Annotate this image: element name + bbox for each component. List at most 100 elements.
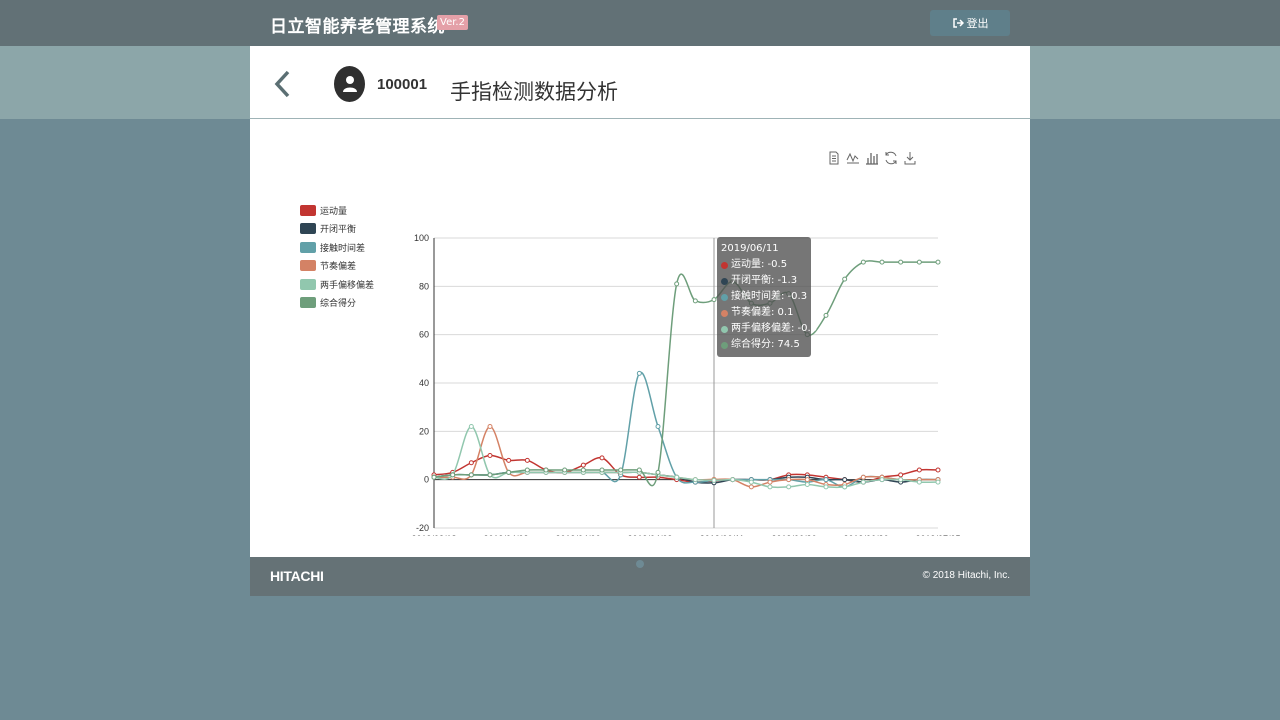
data-point[interactable] (916, 259, 922, 265)
data-point[interactable] (748, 479, 754, 485)
data-view-icon[interactable] (826, 150, 842, 166)
data-point[interactable] (804, 477, 810, 483)
data-point[interactable] (599, 455, 605, 461)
legend-item[interactable]: 接触时间差 (300, 238, 374, 257)
data-point[interactable] (935, 259, 941, 265)
data-point[interactable] (916, 467, 922, 473)
y-tick-label: 80 (419, 281, 429, 291)
bar-chart-icon[interactable] (864, 150, 880, 166)
data-point[interactable] (524, 457, 530, 463)
data-point[interactable] (524, 467, 530, 473)
legend-item[interactable]: 综合得分 (300, 294, 374, 313)
x-tick-label: 2019/07/05 (915, 534, 960, 536)
data-point[interactable] (823, 312, 829, 318)
data-point[interactable] (823, 477, 829, 483)
data-point[interactable] (618, 467, 624, 473)
data-point[interactable] (935, 467, 941, 473)
data-point[interactable] (431, 474, 437, 480)
data-point[interactable] (786, 477, 792, 483)
data-point[interactable] (860, 474, 866, 480)
data-point[interactable] (543, 467, 549, 473)
data-point[interactable] (580, 467, 586, 473)
data-point[interactable] (879, 477, 885, 483)
data-point[interactable] (692, 477, 698, 483)
download-icon[interactable] (902, 150, 918, 166)
data-point[interactable] (468, 424, 474, 429)
legend-item[interactable]: 开闭平衡 (300, 220, 374, 239)
legend-label: 开闭平衡 (320, 225, 357, 236)
data-point[interactable] (898, 477, 904, 483)
legend-item[interactable]: 节奏偏差 (300, 257, 374, 276)
data-point[interactable] (842, 484, 848, 490)
data-point[interactable] (468, 472, 474, 478)
data-point[interactable] (674, 474, 680, 480)
legend-label: 两手偏移偏差 (320, 280, 375, 291)
data-point[interactable] (468, 460, 474, 466)
data-point[interactable] (674, 281, 680, 287)
data-point[interactable] (730, 477, 736, 483)
logout-button[interactable]: 登出 (930, 10, 1010, 36)
data-point[interactable] (487, 472, 493, 478)
data-point[interactable] (767, 479, 773, 485)
legend-swatch (300, 204, 316, 216)
data-point[interactable] (506, 469, 512, 475)
data-point[interactable] (636, 467, 642, 473)
tooltip-row: 节奏偏差: 0.1 (721, 305, 811, 321)
data-point[interactable] (898, 259, 904, 265)
data-point[interactable] (823, 484, 829, 490)
tooltip-row: 开闭平衡: -1.3 (721, 273, 811, 289)
tooltip-value: 运动量: -0.5 (731, 259, 788, 270)
data-point[interactable] (935, 479, 941, 485)
x-tick-label: 2019/06/26 (771, 534, 816, 536)
data-point[interactable] (711, 477, 717, 483)
data-point[interactable] (487, 424, 493, 429)
data-point[interactable] (748, 484, 754, 490)
y-tick-label: 20 (419, 426, 429, 436)
data-point[interactable] (767, 484, 773, 490)
tooltip-value: 开闭平衡: -1.3 (731, 275, 798, 286)
tooltip-value: 两手偏移偏差: -0.3 (731, 323, 818, 334)
data-point[interactable] (879, 259, 885, 265)
data-point[interactable] (711, 297, 717, 303)
tooltip-value: 综合得分: 74.5 (731, 339, 800, 350)
legend-swatch (300, 297, 316, 309)
data-point[interactable] (842, 276, 848, 282)
x-tick-label: 2019/04/03 (483, 534, 528, 536)
tooltip-value: 接触时间差: -0.3 (731, 291, 808, 302)
data-point[interactable] (692, 298, 698, 304)
data-point[interactable] (599, 467, 605, 473)
data-point[interactable] (860, 259, 866, 265)
user-id: 100001 (377, 76, 428, 93)
y-tick-label: 100 (414, 233, 429, 243)
data-point[interactable] (860, 479, 866, 485)
scroll-indicator[interactable] (636, 560, 644, 568)
back-arrow-icon[interactable] (270, 68, 296, 100)
page-title: 手指检测数据分析 (450, 80, 618, 104)
data-point[interactable] (487, 453, 493, 458)
top-bar: 日立智能养老管理系统 Ver.2 登出 (0, 0, 1280, 46)
data-point[interactable] (786, 484, 792, 490)
data-point[interactable] (506, 457, 512, 463)
data-point[interactable] (655, 424, 661, 429)
data-point[interactable] (842, 477, 848, 483)
data-point[interactable] (804, 482, 810, 487)
data-point[interactable] (655, 469, 661, 475)
data-point[interactable] (562, 467, 568, 473)
restore-icon[interactable] (883, 150, 899, 166)
tooltip-dot (721, 293, 728, 301)
legend-item[interactable]: 运动量 (300, 201, 374, 220)
data-point[interactable] (580, 462, 586, 468)
data-point[interactable] (898, 472, 904, 478)
tooltip-dot (721, 277, 728, 285)
data-point[interactable] (916, 479, 922, 485)
x-tick-label: 2019/06/26 (843, 534, 888, 536)
legend-item[interactable]: 两手偏移偏差 (300, 275, 374, 294)
data-point[interactable] (636, 474, 642, 480)
line-chart-icon[interactable] (845, 150, 861, 166)
data-point[interactable] (450, 472, 456, 478)
x-tick-label: 2019/04/09 (627, 534, 672, 536)
tooltip-row: 接触时间差: -0.3 (721, 289, 811, 305)
tooltip-value: 节奏偏差: 0.1 (731, 307, 794, 318)
chart-legend: 运动量开闭平衡接触时间差 节奏偏差两手偏移偏差综合得分 (300, 201, 374, 312)
data-point[interactable] (636, 370, 642, 376)
